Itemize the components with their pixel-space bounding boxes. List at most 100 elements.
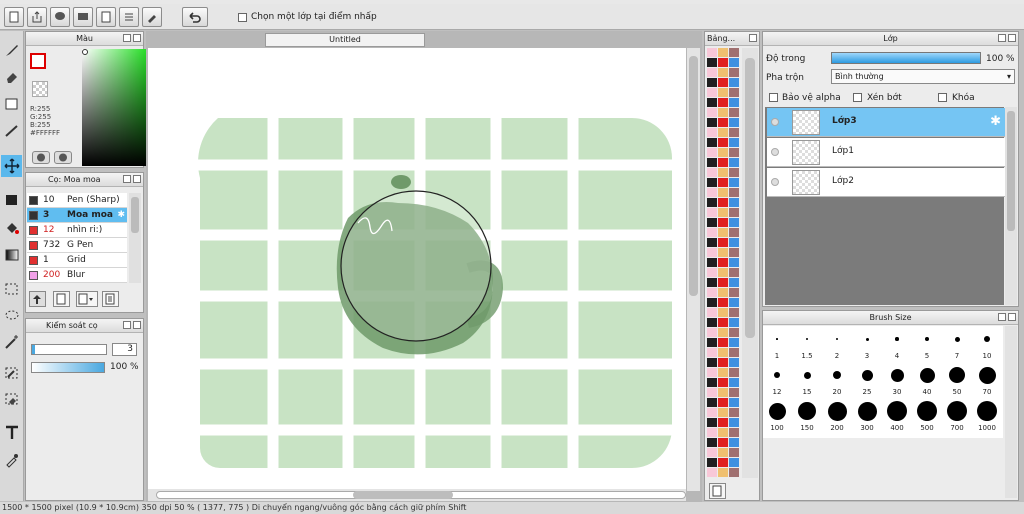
brush-settings-button[interactable] [102,291,119,307]
color-swatch[interactable] [729,408,739,417]
color-swatch[interactable] [707,458,717,467]
brush-opacity-slider[interactable] [31,362,105,373]
tool-lasso[interactable] [1,305,22,327]
protect-alpha-checkbox[interactable] [769,93,778,102]
edit-button[interactable] [142,7,162,27]
color-swatch[interactable] [718,378,728,387]
panel-window-buttons[interactable] [121,321,141,330]
color-swatch[interactable] [718,468,728,477]
brush-size-slider[interactable] [31,344,107,355]
color-swatch[interactable] [707,258,717,267]
panel-window-buttons[interactable] [747,34,757,43]
brush-size-dot[interactable] [890,368,904,382]
color-swatch[interactable] [729,248,739,257]
color-swatch[interactable] [707,288,717,297]
foreground-color-swatch[interactable] [30,53,46,69]
undo-button[interactable] [182,7,208,27]
brush-size-dot[interactable] [798,402,816,420]
color-swatch[interactable] [718,458,728,467]
color-swatch[interactable] [707,138,717,147]
tool-fill-rect[interactable] [1,189,22,211]
brush-size-dot[interactable] [984,336,990,342]
color-swatch[interactable] [729,308,739,317]
pick-layer-checkbox[interactable] [238,13,247,22]
color-swatch[interactable] [729,398,739,407]
brush-size-dot[interactable] [917,401,937,421]
color-swatch[interactable] [718,258,728,267]
color-swatch[interactable] [729,288,739,297]
brush-size-dot[interactable] [978,366,996,384]
brush-item[interactable]: 12 nhìn ri:) [27,223,127,238]
tool-eyedropper[interactable] [1,449,22,471]
layer-row[interactable]: Lớp1 [767,138,1006,167]
tool-gradient[interactable] [1,244,22,266]
color-swatch[interactable] [729,298,739,307]
brush-size-dot[interactable] [835,337,839,341]
color-swatch[interactable] [718,268,728,277]
color-swatch[interactable] [718,438,728,447]
color-swatch[interactable] [729,338,739,347]
brush-size-scrollbar[interactable] [1005,326,1017,498]
color-swatch[interactable] [729,98,739,107]
color-swatch[interactable] [707,318,717,327]
color-swatch[interactable] [718,238,728,247]
color-swatch[interactable] [707,88,717,97]
color-swatch[interactable] [729,148,739,157]
color-swatch[interactable] [707,208,717,217]
color-wheel-button[interactable] [32,151,50,164]
layer-row[interactable]: Lớp2 [767,168,1006,197]
color-swatch[interactable] [729,258,739,267]
color-swatch[interactable] [707,148,717,157]
color-mixer-button[interactable] [54,151,72,164]
brush-size-dot[interactable] [776,338,778,340]
color-swatch[interactable] [707,448,717,457]
brush-size-dot[interactable] [861,369,873,381]
color-swatch[interactable] [718,418,728,427]
color-swatch[interactable] [729,368,739,377]
canvas-vertical-scrollbar[interactable] [687,48,700,491]
brush-item[interactable]: 10 Pen (Sharp) [27,193,127,208]
blend-mode-select[interactable]: Bình thường ▾ [831,69,1015,84]
brush-size-dot[interactable] [925,337,929,341]
color-swatch[interactable] [718,308,728,317]
color-swatch[interactable] [729,438,739,447]
color-swatch[interactable] [707,58,717,67]
eye-icon[interactable] [771,148,779,156]
brush-size-dot[interactable] [803,371,811,379]
tool-bucket[interactable] [1,217,22,239]
color-swatch[interactable] [718,338,728,347]
brush-size-dot[interactable] [919,367,935,383]
color-swatch[interactable] [718,148,728,157]
color-swatch[interactable] [729,188,739,197]
brush-size-dot[interactable] [865,337,869,341]
brush-size-dot[interactable] [895,337,899,341]
color-swatch[interactable] [718,358,728,367]
color-swatch[interactable] [707,438,717,447]
color-swatch[interactable] [729,78,739,87]
canvas-horizontal-scrollbar[interactable] [148,489,686,501]
color-swatch[interactable] [707,298,717,307]
color-swatch[interactable] [718,68,728,77]
clipping-checkbox[interactable] [853,93,862,102]
tool-line[interactable] [1,120,22,142]
tool-select-eraser[interactable] [1,388,22,410]
color-swatch[interactable] [707,198,717,207]
color-swatch[interactable] [707,368,717,377]
color-swatch[interactable] [729,48,739,57]
color-swatch[interactable] [718,48,728,57]
color-swatch[interactable] [718,78,728,87]
color-swatch[interactable] [729,228,739,237]
color-swatch[interactable] [729,168,739,177]
color-swatch-grid[interactable] [707,48,741,478]
color-swatch[interactable] [707,118,717,127]
sv-picker-handle[interactable] [82,49,88,55]
color-swatch[interactable] [729,358,739,367]
color-swatch[interactable] [718,198,728,207]
color-swatch[interactable] [718,318,728,327]
brush-size-dot[interactable] [768,402,786,420]
gear-icon[interactable]: ✱ [117,208,125,222]
color-swatch[interactable] [729,428,739,437]
color-swatch[interactable] [729,418,739,427]
color-swatch[interactable] [729,268,739,277]
color-swatch[interactable] [729,218,739,227]
